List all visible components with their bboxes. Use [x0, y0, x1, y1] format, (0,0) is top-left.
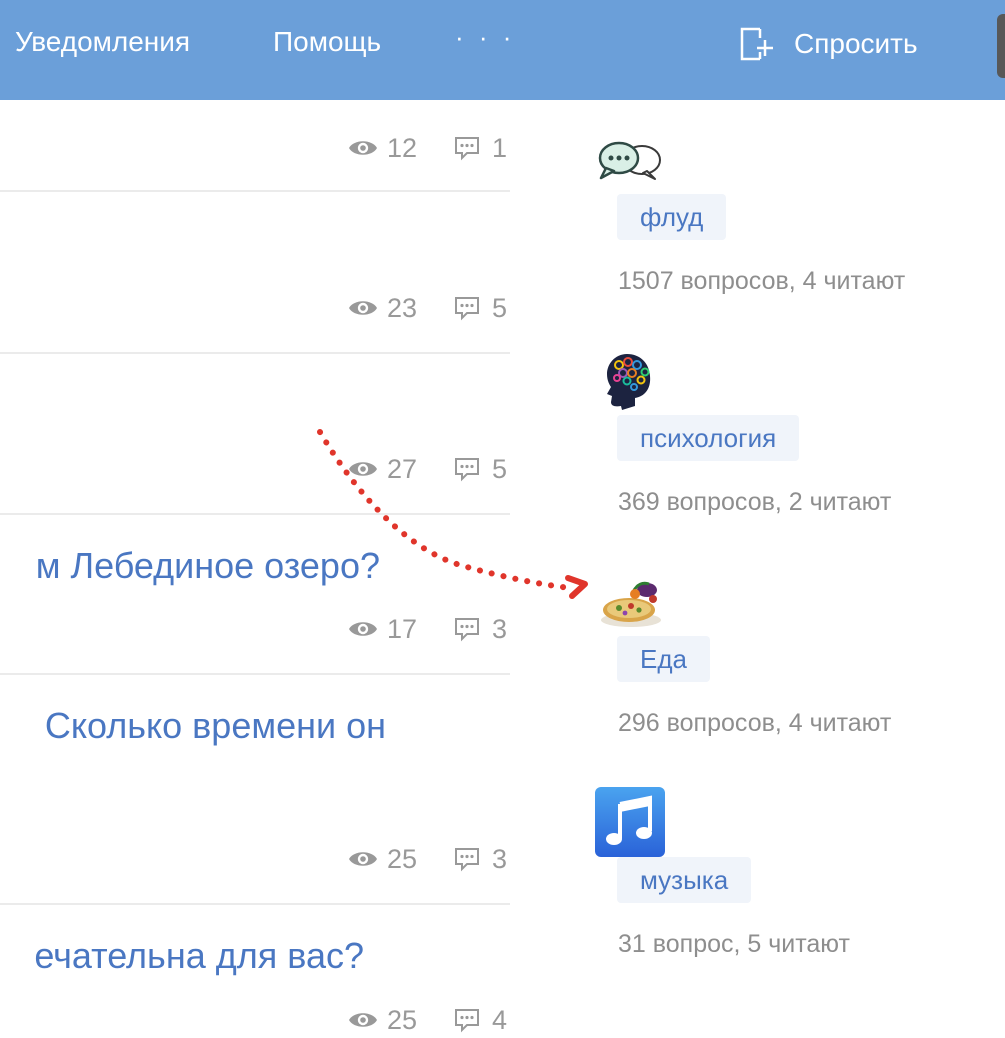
nav-notifications[interactable]: Уведомления	[15, 26, 190, 58]
question-row: ечательна для вас? 25 4	[0, 905, 510, 1038]
question-title-link[interactable]: ечательна для вас?	[34, 935, 364, 977]
question-row: Сколько времени он 25 3	[0, 675, 510, 905]
topic-tag-flood[interactable]: флуд	[617, 194, 727, 240]
question-stats: 23 5	[340, 293, 510, 323]
music-note-icon[interactable]	[595, 787, 665, 857]
answers-counter: 5	[454, 454, 507, 484]
topic-card: флуд 1507 вопросов, 4 читают	[590, 130, 1005, 330]
comment-icon	[455, 137, 479, 161]
question-row: 12 1	[0, 100, 510, 192]
eye-icon	[349, 852, 377, 866]
question-row: 23 5	[0, 192, 510, 354]
topic-stats: 1507 вопросов, 4 читают	[618, 267, 906, 295]
eye-icon	[349, 622, 377, 636]
ask-question-button[interactable]: Спросить	[738, 26, 918, 62]
topic-card: психология 369 вопросов, 2 читают	[590, 350, 1005, 550]
nav-help[interactable]: Помощь	[273, 26, 381, 58]
question-row: м Лебединое озеро? 17 3	[0, 515, 510, 675]
question-title-link[interactable]: Сколько времени он	[45, 705, 386, 747]
answers-counter: 5	[454, 293, 507, 323]
food-plate-icon[interactable]	[595, 570, 665, 640]
views-counter: 17	[348, 614, 417, 644]
views-counter: 23	[348, 293, 417, 323]
question-stats: 12 1	[340, 133, 510, 163]
eye-icon	[349, 141, 377, 155]
question-stats: 27 5	[340, 454, 510, 484]
question-row: 27 5	[0, 354, 510, 515]
comment-icon	[455, 618, 479, 642]
user-avatar[interactable]	[997, 14, 1005, 78]
question-title-link[interactable]: м Лебединое озеро?	[36, 545, 380, 587]
ask-question-label: Спросить	[794, 28, 918, 59]
topic-tag-psychology[interactable]: психология	[617, 415, 800, 461]
comment-icon	[455, 848, 479, 872]
topics-sidebar: флуд 1507 вопросов, 4 читают психология …	[590, 100, 1005, 1038]
topic-card: Еда 296 вопросов, 4 читают	[590, 570, 1005, 770]
answers-counter: 1	[454, 133, 507, 163]
views-counter: 25	[348, 844, 417, 874]
comment-icon	[455, 1009, 479, 1033]
eye-icon	[349, 301, 377, 315]
comment-icon	[455, 297, 479, 321]
views-counter: 27	[348, 454, 417, 484]
eye-icon	[349, 462, 377, 476]
comment-icon	[455, 458, 479, 482]
topic-stats: 31 вопрос, 5 читают	[618, 930, 850, 958]
topic-card: музыка 31 вопрос, 5 читают	[590, 787, 1005, 987]
question-stats: 17 3	[340, 614, 510, 644]
answers-counter: 4	[454, 1005, 507, 1035]
views-counter: 25	[348, 1005, 417, 1035]
topic-tag-food[interactable]: Еда	[617, 636, 710, 682]
chat-bubbles-icon[interactable]	[595, 130, 665, 200]
question-stats: 25 3	[340, 844, 510, 874]
answers-counter: 3	[454, 844, 507, 874]
more-menu-button[interactable]: · · ·	[455, 22, 515, 53]
answers-counter: 3	[454, 614, 507, 644]
topic-tag-music[interactable]: музыка	[617, 857, 752, 903]
top-navigation-bar: Уведомления Помощь · · · Спросить	[0, 0, 1005, 100]
question-stats: 25 4	[340, 1005, 510, 1035]
topic-stats: 296 вопросов, 4 читают	[618, 709, 892, 737]
new-question-icon	[740, 27, 773, 61]
eye-icon	[349, 1013, 377, 1027]
question-feed: 12 1 23 5 27 5 м Лебединое озеро? 17 3 С…	[0, 100, 510, 1038]
topic-stats: 369 вопросов, 2 читают	[618, 488, 892, 516]
views-counter: 12	[348, 133, 417, 163]
head-profile-icon[interactable]	[595, 350, 665, 420]
